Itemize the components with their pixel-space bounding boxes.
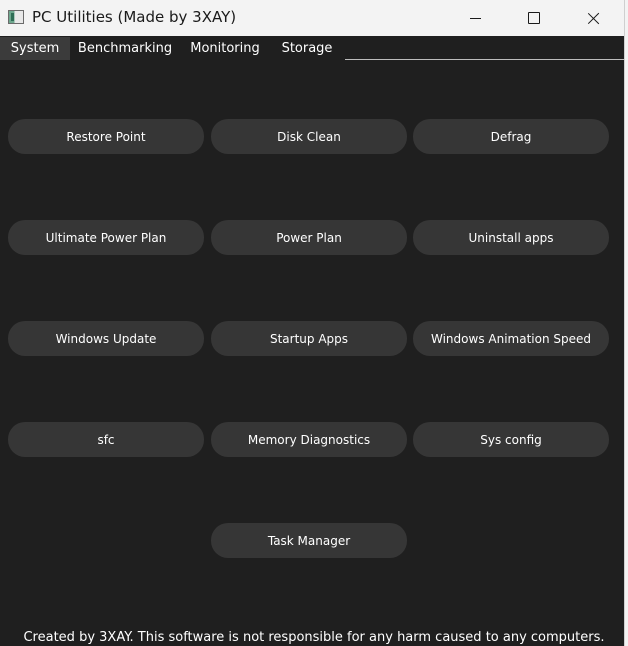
app-window: PC Utilities (Made by 3XAY) System Bench… xyxy=(0,0,625,646)
window-title: PC Utilities (Made by 3XAY) xyxy=(32,8,237,26)
restore-point-button[interactable]: Restore Point xyxy=(8,119,204,154)
minimize-icon xyxy=(469,17,481,19)
tab-storage[interactable]: Storage xyxy=(274,37,340,60)
power-plan-button[interactable]: Power Plan xyxy=(211,220,407,255)
windows-animation-speed-button[interactable]: Windows Animation Speed xyxy=(413,321,609,356)
uninstall-apps-button[interactable]: Uninstall apps xyxy=(413,220,609,255)
minimize-button[interactable] xyxy=(446,0,504,36)
startup-apps-button[interactable]: Startup Apps xyxy=(211,321,407,356)
close-icon xyxy=(587,12,600,25)
tab-bar: System Benchmarking Monitoring Storage xyxy=(0,37,624,60)
windows-update-button[interactable]: Windows Update xyxy=(8,321,204,356)
ultimate-power-plan-button[interactable]: Ultimate Power Plan xyxy=(8,220,204,255)
task-manager-button[interactable]: Task Manager xyxy=(211,523,407,558)
tab-benchmarking[interactable]: Benchmarking xyxy=(74,37,176,60)
tab-monitoring[interactable]: Monitoring xyxy=(186,37,264,60)
disk-clean-button[interactable]: Disk Clean xyxy=(211,119,407,154)
defrag-button[interactable]: Defrag xyxy=(413,119,609,154)
app-window-icon xyxy=(8,10,24,24)
sfc-button[interactable]: sfc xyxy=(8,422,204,457)
footer-disclaimer: Created by 3XAY. This software is not re… xyxy=(23,630,605,645)
tab-system[interactable]: System xyxy=(0,37,70,60)
memory-diagnostics-button[interactable]: Memory Diagnostics xyxy=(211,422,407,457)
sys-config-button[interactable]: Sys config xyxy=(413,422,609,457)
title-bar[interactable]: PC Utilities (Made by 3XAY) xyxy=(0,0,624,36)
maximize-icon xyxy=(528,12,540,24)
maximize-button[interactable] xyxy=(505,0,563,36)
close-button[interactable] xyxy=(564,0,622,36)
tab-bar-divider xyxy=(345,59,624,60)
